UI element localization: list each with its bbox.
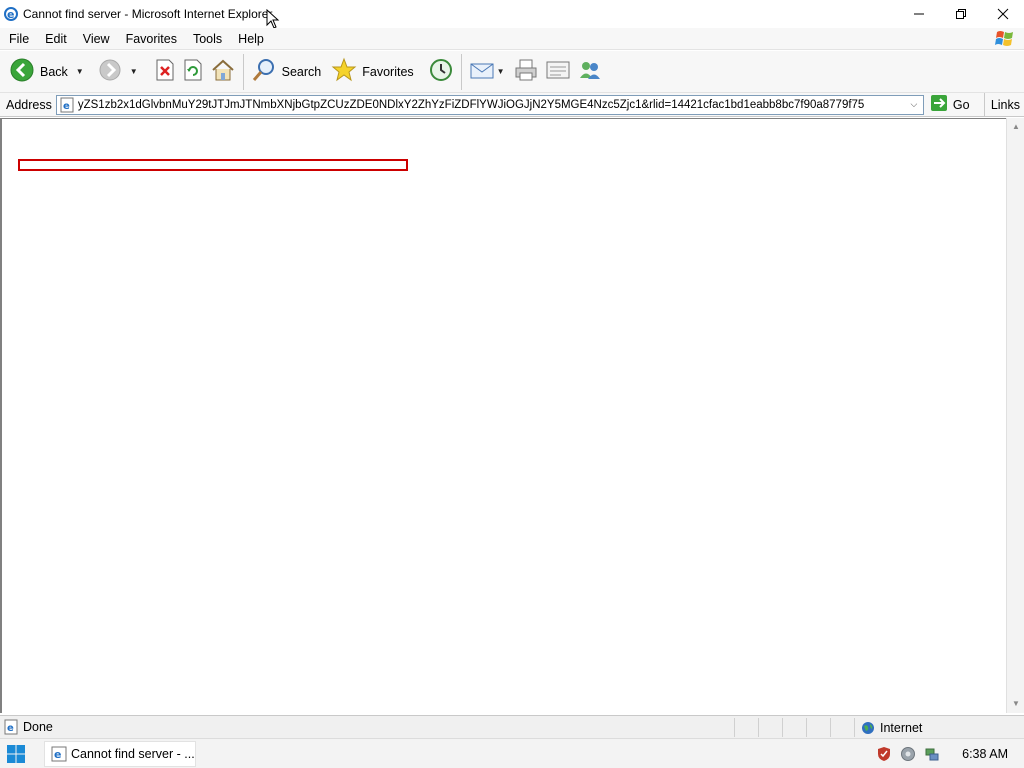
address-bar: Address e yZS1zb2x1dGlvbnMuY29tJTJmJTNmb… [0, 93, 1024, 117]
menu-file[interactable]: File [0, 28, 36, 50]
toolbar-separator [460, 53, 462, 90]
window-title: Cannot find server - Microsoft Internet … [23, 7, 273, 21]
security-zone[interactable]: Internet [854, 718, 1024, 737]
taskbar-ie-window[interactable]: e Cannot find server - ... [44, 741, 196, 767]
history-button[interactable] [425, 56, 457, 88]
printer-icon [513, 58, 539, 85]
svg-text:e: e [54, 748, 61, 761]
status-bar: e Done Internet [0, 715, 1024, 738]
home-button[interactable] [207, 56, 239, 88]
ie-icon: e [3, 6, 19, 22]
stop-icon [154, 58, 176, 85]
mouse-cursor-icon [266, 8, 280, 29]
address-label: Address [6, 97, 52, 112]
menu-view[interactable]: View [74, 28, 117, 50]
svg-text:e: e [63, 101, 70, 112]
menu-favorites[interactable]: Favorites [117, 28, 184, 50]
search-label: Search [281, 64, 322, 79]
taskbar-clock[interactable]: 6:38 AM [962, 747, 1008, 761]
menu-bar: File Edit View Favorites Tools Help [0, 28, 1024, 50]
page-icon: e [59, 97, 75, 113]
menu-edit[interactable]: Edit [36, 28, 74, 50]
status-pane [782, 718, 806, 737]
back-label: Back [40, 64, 68, 79]
menu-tools[interactable]: Tools [184, 28, 229, 50]
address-dropdown-icon[interactable]: ⌵ [907, 97, 921, 113]
ie-icon: e [51, 746, 67, 762]
scroll-up-icon[interactable]: ▲ [1011, 122, 1021, 132]
mail-icon [469, 58, 495, 85]
globe-icon [861, 721, 875, 735]
search-icon [251, 57, 277, 86]
start-button[interactable] [1, 739, 31, 768]
back-arrow-icon [9, 57, 35, 86]
forward-button[interactable]: ▼ [95, 56, 143, 88]
minimize-button[interactable] [898, 0, 940, 28]
go-arrow-icon [930, 94, 948, 115]
back-dropdown-icon[interactable]: ▼ [76, 67, 84, 76]
page-content [0, 118, 1006, 713]
stop-button[interactable] [151, 56, 179, 88]
zone-label: Internet [880, 720, 923, 735]
mail-dropdown-icon[interactable]: ▼ [497, 67, 505, 76]
status-pane [734, 718, 758, 737]
status-panes [734, 718, 854, 737]
history-icon [428, 57, 454, 86]
edit-button[interactable] [542, 56, 574, 88]
menu-help[interactable]: Help [229, 28, 271, 50]
links-label: Links [990, 98, 1020, 112]
forward-dropdown-icon[interactable]: ▼ [130, 67, 138, 76]
network-icon[interactable] [924, 746, 940, 762]
taskbar-ie-label: Cannot find server - ... [71, 747, 195, 761]
toolbar-separator [242, 53, 244, 90]
scroll-down-icon[interactable]: ▼ [1011, 699, 1021, 709]
favorites-star-icon [331, 57, 357, 86]
security-shield-icon[interactable] [876, 746, 892, 762]
print-button[interactable] [510, 56, 542, 88]
error-banner-box [18, 159, 408, 171]
edit-page-icon [545, 58, 571, 85]
back-button[interactable]: Back ▼ [6, 56, 89, 88]
status-text: Done [23, 720, 53, 734]
home-icon [210, 58, 236, 85]
system-tray: 6:38 AM [868, 739, 1014, 768]
go-button[interactable]: Go [930, 94, 970, 115]
favorites-button[interactable]: Favorites [328, 56, 416, 88]
messenger-people-icon [577, 58, 603, 85]
svg-text:e: e [7, 8, 14, 21]
address-url[interactable]: yZS1zb2x1dGlvbnMuY29tJTJmJTNmbXNjbGtpZCU… [78, 99, 904, 111]
svg-text:e: e [7, 723, 14, 734]
links-button[interactable]: Links [983, 93, 1020, 117]
forward-arrow-icon [98, 58, 122, 85]
mail-button[interactable]: ▼ [466, 56, 510, 88]
refresh-icon [182, 58, 204, 85]
search-button[interactable]: Search [248, 56, 325, 88]
windows-logo-icon [7, 744, 25, 763]
windows-flag-icon [994, 29, 1016, 49]
volume-icon[interactable] [900, 746, 916, 762]
close-button[interactable] [982, 0, 1024, 28]
standard-toolbar: Back ▼ ▼ Search Favorites ▼ [0, 51, 1024, 93]
vertical-scrollbar[interactable]: ▲ ▼ [1006, 118, 1024, 713]
title-bar: e Cannot find server - Microsoft Interne… [0, 0, 1024, 28]
restore-button[interactable] [940, 0, 982, 28]
status-pane [806, 718, 830, 737]
status-pane [758, 718, 782, 737]
status-pane [830, 718, 854, 737]
refresh-button[interactable] [179, 56, 207, 88]
page-status-icon: e [3, 719, 19, 735]
messenger-button[interactable] [574, 56, 606, 88]
favorites-label: Favorites [362, 64, 414, 79]
taskbar: e Cannot find server - ... 6:38 AM [0, 738, 1024, 768]
go-label: Go [952, 97, 970, 112]
address-input[interactable]: e yZS1zb2x1dGlvbnMuY29tJTJmJTNmbXNjbGtpZ… [55, 94, 924, 115]
